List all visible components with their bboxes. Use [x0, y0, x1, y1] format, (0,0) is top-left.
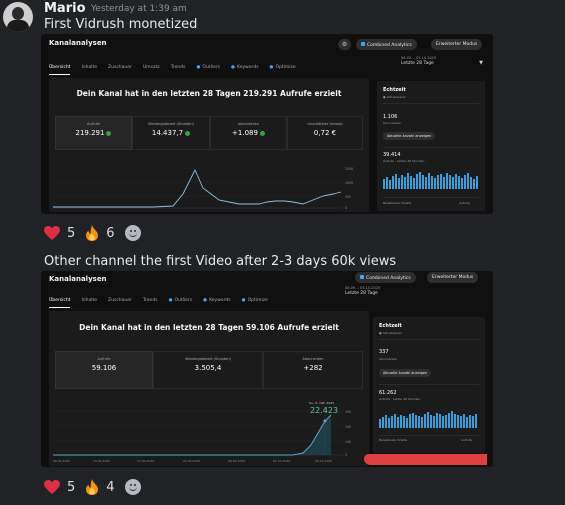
tooltip-value: 22.423	[310, 406, 338, 415]
kpi-subscribers: Abonnenten +1.089	[210, 116, 287, 150]
overview-card: Dein Kanal hat in den letzten 28 Tagen 5…	[49, 311, 369, 466]
reactions-row-1: 5 6	[44, 223, 141, 243]
check-icon	[259, 130, 265, 136]
x-tick: 08.09.2025	[53, 459, 70, 463]
heart-icon	[44, 225, 60, 240]
overview-headline: Dein Kanal hat in den letzten 28 Tagen 5…	[79, 323, 339, 332]
kpi-subscribers: Abonnenten +282	[263, 351, 363, 389]
fire-icon	[86, 225, 99, 241]
tab-content: Inhalte	[81, 65, 98, 70]
realtime-panel: Echtzeit ● Aktualisieren 1.106 Abonnente…	[377, 81, 485, 211]
analytics-title: Kanalanalysen	[49, 275, 107, 283]
realtime-panel: Echtzeit ● Aktualisieren 337 Abonnenten …	[373, 317, 485, 453]
y-tick: 0	[345, 453, 347, 457]
fire-icon	[86, 479, 99, 495]
combined-analytics-pill: Combined Analytics	[356, 39, 417, 50]
tab-optimize: ● Optimize	[241, 298, 268, 303]
tab-content: Inhalte	[81, 298, 98, 303]
settings-icon: ⚙	[338, 39, 351, 50]
reaction-fire[interactable]: 4	[85, 477, 115, 497]
x-tick: 01.10.2025	[273, 459, 290, 463]
views-line-chart: So., 5. Okt. 2025 22.423 30K 20K 10K 0 0…	[53, 401, 352, 463]
y-tick: 100K	[345, 181, 354, 185]
chevron-down-icon: ▼	[479, 60, 483, 66]
kpi-row: Aufrufe 219.291 Wiedergabezeit (Stunden)…	[55, 116, 363, 150]
message-text-1: First Vidrush monetized	[44, 17, 198, 32]
kpi-views: Aufrufe 59.106	[55, 351, 153, 389]
y-tick: 50K	[345, 195, 352, 199]
tab-trends: Trends	[142, 298, 158, 303]
tab-optimize: ● Optimize	[269, 65, 296, 70]
realtime-bar-chart	[379, 404, 477, 428]
tooltip-date: So., 5. Okt. 2025	[309, 401, 334, 405]
tab-outliers: ● Outliers	[196, 65, 221, 70]
reaction-heart[interactable]: 5	[44, 223, 75, 243]
x-tick: 13.09.2025	[93, 459, 110, 463]
show-current-count-button: Aktuelle Anzahl anzeigen	[383, 132, 436, 140]
user-avatar[interactable]	[3, 2, 33, 32]
reaction-heart[interactable]: 5	[44, 477, 75, 497]
realtime-bar-chart	[383, 165, 478, 189]
kpi-views: Aufrufe 219.291	[55, 116, 132, 150]
tab-keywords: ● Keywords	[231, 65, 259, 70]
y-tick: 20K	[345, 425, 352, 429]
author-name[interactable]: Mario	[44, 1, 86, 16]
reaction-fire[interactable]: 6	[85, 223, 115, 243]
message-timestamp: Yesterday at 1:39 am	[91, 4, 187, 14]
tab-revenue: Umsatz	[142, 65, 160, 70]
tab-outliers: ● Outliers	[168, 298, 193, 303]
tab-keywords: ● Keywords	[203, 298, 231, 303]
y-tick: 0	[345, 206, 347, 210]
analytics-title: Kanalanalysen	[49, 39, 107, 47]
add-reaction-icon[interactable]	[124, 479, 141, 495]
tab-trends: Trends	[170, 65, 186, 70]
y-tick: 30K	[345, 410, 352, 414]
y-tick: 150K	[345, 167, 354, 171]
analytics-screenshot-1[interactable]: Kanalanalysen ⚙ Combined Analytics Erwei…	[41, 34, 493, 214]
advanced-mode-pill: Erweiterter Modus	[427, 272, 479, 283]
tab-audience: Zuschauer	[108, 298, 132, 303]
views-line-chart: 150K 100K 50K 0	[53, 167, 354, 210]
analytics-screenshot-2[interactable]: Kanalanalysen Combined Analytics Erweite…	[41, 271, 493, 467]
y-tick: 10K	[345, 440, 352, 444]
add-reaction-icon[interactable]	[124, 225, 141, 241]
x-tick: 17.09.2025	[137, 459, 154, 463]
message-text-2: Other channel the first Video after 2-3 …	[44, 254, 397, 269]
tab-overview: Übersicht	[49, 298, 71, 308]
overview-headline: Dein Kanal hat in den letzten 28 Tagen 2…	[76, 89, 342, 98]
x-tick: 05.10.2025	[315, 459, 332, 463]
x-tick: 26.09.2025	[228, 459, 245, 463]
analytics-tabs: Übersicht Inhalte Zuschauer Umsatz Trend…	[49, 65, 369, 75]
check-icon	[106, 130, 112, 136]
redaction-bar	[364, 454, 487, 465]
heart-icon	[44, 479, 60, 494]
tab-audience: Zuschauer	[108, 65, 132, 70]
x-tick: 22.09.2025	[183, 459, 200, 463]
show-current-count-button: Aktuelle Anzahl anzeigen	[379, 369, 432, 377]
combined-analytics-pill: Combined Analytics	[355, 272, 416, 283]
kpi-watchtime: Wiedergabezeit (Stunden) 14.437,7	[132, 116, 210, 150]
analytics-topbar: Kanalanalysen ⚙ Combined Analytics Erwei…	[41, 34, 493, 54]
overview-card: Dein Kanal hat in den letzten 28 Tagen 2…	[49, 78, 369, 212]
kpi-row: Aufrufe 59.106 Wiedergabezeit (Stunden) …	[55, 351, 363, 389]
date-range-selector: 08.05. – 05.10.2025 Letzte 28 Tage ▼	[401, 56, 483, 66]
check-icon	[185, 130, 191, 136]
analytics-tabs: Übersicht Inhalte Zuschauer Trends ● Outl…	[49, 298, 369, 308]
reactions-row-2: 5 4	[44, 477, 141, 497]
kpi-watchtime: Wiedergabezeit (Stunden) 3.505,4	[153, 351, 263, 389]
tab-overview: Übersicht	[49, 65, 71, 75]
advanced-mode-pill: Erweiterter Modus	[431, 39, 483, 50]
kpi-revenue: Geschätzter Umsatz 0,72 €	[287, 116, 363, 150]
